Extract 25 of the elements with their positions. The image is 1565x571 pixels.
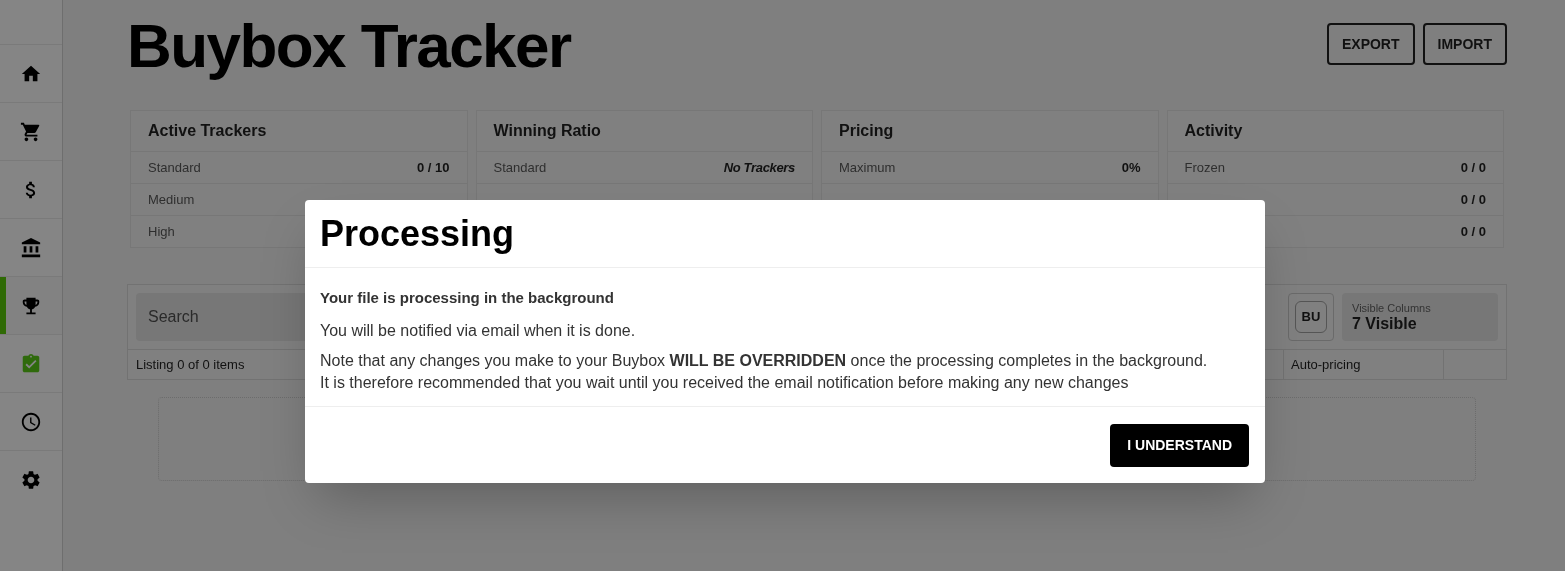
stat-label: Medium xyxy=(148,190,195,209)
stat-value: 0 / 0 xyxy=(1460,158,1486,177)
dialog-text: Note that any changes you make to your Buybox WILL BE OVERRIDDEN once the processing completes in the background. xyxy=(320,350,1209,371)
page-title: Buybox Tracker xyxy=(127,10,571,82)
dialog-text: It is therefore recommended that you wait until you received the email notification before making any new changes xyxy=(320,372,1130,393)
stat-value: 0 / 0 xyxy=(1460,222,1486,241)
stat-label: Maximum xyxy=(839,158,896,177)
stat-value: No Trackers xyxy=(723,158,795,177)
dialog-title: Processing xyxy=(320,211,515,256)
stat-value: 0% xyxy=(1121,158,1141,177)
stat-value: 0 / 0 xyxy=(1460,190,1486,209)
stat-label: Standard xyxy=(493,158,547,177)
dialog-heading: Your file is processing in the background xyxy=(320,288,615,308)
stat-label: Standard xyxy=(148,158,201,177)
card-title: Winning Ratio xyxy=(492,121,602,141)
listing-count: Listing 0 of 0 items xyxy=(135,355,246,374)
dialog-text: You will be notified via email when it is done. xyxy=(320,320,637,341)
stat-label: High xyxy=(148,222,175,241)
stat-label: Frozen xyxy=(1184,158,1225,177)
card-title: Activity xyxy=(1183,121,1244,141)
card-title: Active Trackers xyxy=(147,121,268,141)
card-title: Pricing xyxy=(838,121,895,141)
visible-columns-value: 7 Visible xyxy=(1352,314,1418,333)
visible-columns-label: Visible Columns xyxy=(1352,301,1432,315)
stat-value: 0 / 10 xyxy=(416,158,450,177)
